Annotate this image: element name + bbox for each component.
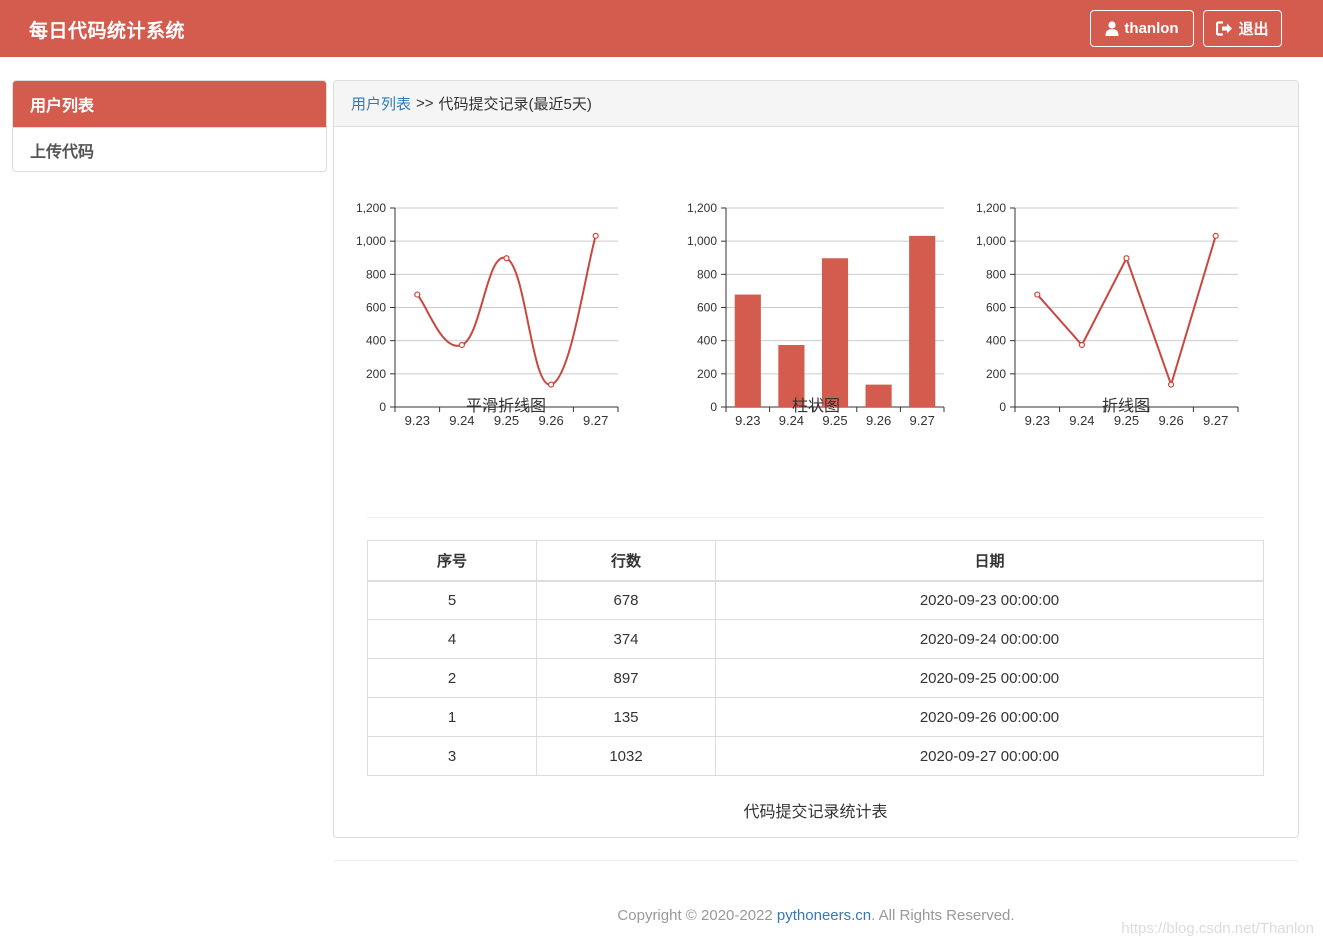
column-header-date: 日期 (715, 540, 1264, 582)
watermark: https://blog.csdn.net/Thanlon (1121, 920, 1314, 937)
data-point (458, 341, 466, 349)
breadcrumb-current: 代码提交记录(最近5天) (438, 96, 592, 113)
footer-site-link[interactable]: pythoneers.cn (777, 907, 871, 924)
y-tick-label: 400 (697, 334, 717, 348)
y-tick-label: 800 (986, 267, 1006, 281)
table-caption: 代码提交记录统计表 (743, 804, 888, 821)
column-header-lines: 行数 (536, 540, 716, 582)
y-tick-label: 800 (697, 267, 717, 281)
table-cell: 3 (367, 736, 537, 776)
y-tick-label: 1,200 (687, 201, 717, 215)
footer-divider (333, 860, 1299, 861)
data-point (1212, 232, 1219, 239)
table-row: 4 374 2020-09-24 00:00:00 (367, 619, 1264, 659)
table-cell: 2020-09-23 00:00:00 (715, 580, 1264, 620)
data-point (503, 255, 510, 262)
bar-chart-caption: 柱状图 (791, 398, 840, 415)
y-tick-label: 0 (379, 400, 386, 414)
sidebar: 用户列表 上传代码 (12, 80, 327, 172)
sidebar-item-user-list[interactable]: 用户列表 (13, 81, 326, 127)
bar (734, 294, 761, 407)
table-cell: 678 (536, 580, 716, 620)
data-point (1123, 255, 1130, 262)
y-tick-label: 200 (986, 367, 1006, 381)
divider (367, 517, 1264, 518)
data-point (1168, 381, 1175, 388)
table-cell: 4 (367, 619, 537, 659)
table-cell: 1032 (536, 736, 716, 776)
y-tick-label: 1,000 (976, 234, 1006, 248)
bar (821, 258, 849, 407)
sidebar-item-upload-code[interactable]: 上传代码 (13, 127, 326, 171)
y-tick-label: 1,000 (356, 234, 386, 248)
data-point (1034, 291, 1041, 298)
table-row: 3 1032 2020-09-27 00:00:00 (367, 736, 1264, 776)
brand-title[interactable]: 每日代码统计系统 (29, 16, 185, 43)
table-header-row: 序号 行数 日期 (367, 540, 1264, 582)
y-tick-label: 200 (697, 367, 717, 381)
breadcrumb-separator: >> (416, 95, 434, 112)
smooth-line-chart-caption: 平滑折线图 (465, 398, 546, 415)
table-row: 5 678 2020-09-23 00:00:00 (367, 580, 1264, 620)
y-tick-label: 400 (986, 334, 1006, 348)
table-cell: 5 (367, 580, 537, 620)
table-cell: 2020-09-25 00:00:00 (715, 658, 1264, 698)
user-icon (1105, 21, 1119, 36)
y-tick-label: 600 (366, 301, 386, 315)
table-cell: 897 (536, 658, 716, 698)
bar (909, 235, 936, 407)
data-point (1078, 341, 1086, 349)
table-cell: 2020-09-24 00:00:00 (715, 619, 1264, 659)
table-row: 1 135 2020-09-26 00:00:00 (367, 697, 1264, 737)
user-button-label: thanlon (1124, 20, 1179, 37)
table-cell: 2020-09-26 00:00:00 (715, 697, 1264, 737)
y-tick-label: 1,200 (976, 201, 1006, 215)
footer-rights: . All Rights Reserved. (871, 907, 1015, 924)
y-tick-label: 0 (999, 400, 1006, 414)
code-record-table: 序号 行数 日期 5 678 2020-09-23 00:00:00 4 374… (367, 540, 1264, 776)
table-cell: 2020-09-27 00:00:00 (715, 736, 1264, 776)
table-row: 2 897 2020-09-25 00:00:00 (367, 658, 1264, 698)
y-tick-label: 600 (697, 301, 717, 315)
y-tick-label: 1,200 (356, 201, 386, 215)
y-tick-label: 1,000 (687, 234, 717, 248)
logout-button[interactable]: 退出 (1203, 10, 1282, 47)
table-cell: 135 (536, 697, 716, 737)
y-tick-label: 800 (366, 267, 386, 281)
table-cell: 2 (367, 658, 537, 698)
table-cell: 374 (536, 619, 716, 659)
y-tick-label: 600 (986, 301, 1006, 315)
y-tick-label: 200 (366, 367, 386, 381)
line-chart-caption: 折线图 (1101, 398, 1150, 415)
y-tick-label: 400 (366, 334, 386, 348)
sign-out-icon (1216, 21, 1233, 36)
footer-copyright: Copyright © 2020-2022 (617, 907, 773, 924)
user-button[interactable]: thanlon (1090, 10, 1194, 47)
navbar: 每日代码统计系统 thanlon 退出 (0, 0, 1323, 57)
breadcrumb-link-user-list[interactable]: 用户列表 (351, 93, 411, 114)
logout-button-label: 退出 (1238, 21, 1269, 38)
table-cell: 1 (367, 697, 537, 737)
data-point (414, 291, 421, 298)
column-header-index: 序号 (367, 540, 537, 582)
data-point (548, 381, 555, 388)
data-point (592, 232, 599, 239)
